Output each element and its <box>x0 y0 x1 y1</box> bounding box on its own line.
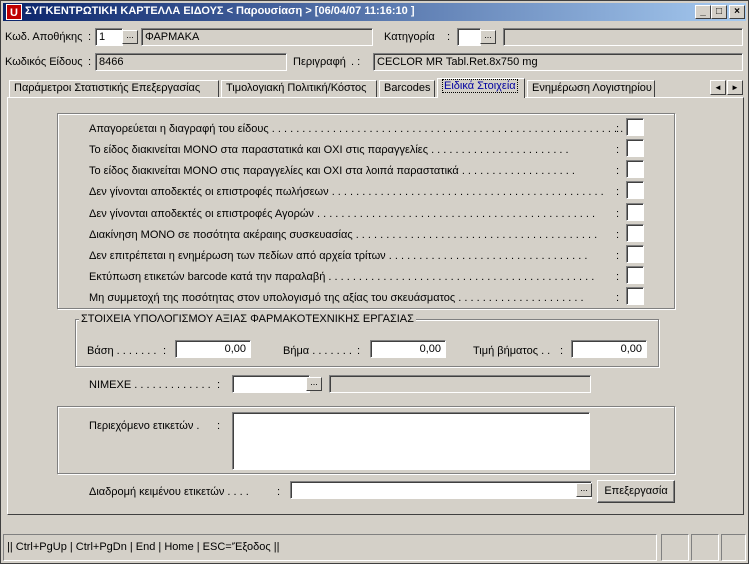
labels-path-field[interactable] <box>290 481 592 499</box>
labels-path-label: Διαδρομή κειμένου ετικετών . . . . <box>89 486 249 498</box>
step-input[interactable]: 0,00 <box>370 340 446 358</box>
tab-pricing[interactable]: Τιμολογιακή Πολιτική/Κόστος <box>221 80 377 97</box>
flag-colon: : <box>616 144 620 156</box>
nimexe-colon: : <box>217 379 221 391</box>
flag-label-print-barcode: Εκτύπωση ετικετών barcode κατά την παραλ… <box>89 271 595 283</box>
edit-button[interactable]: Επεξεργασία <box>597 480 675 503</box>
app-logo-icon: U <box>6 4 22 20</box>
flag-checkbox-exclude-quantity[interactable] <box>626 287 644 305</box>
nimexe-lookup-button[interactable]: ... <box>306 377 322 391</box>
flag-colon: : <box>616 123 620 135</box>
tab-accounting[interactable]: Ενημέρωση Λογιστηρίου <box>527 80 655 97</box>
labels-path-colon: : <box>277 486 281 498</box>
tab-scroll-left-button[interactable]: ◄ <box>710 80 726 95</box>
nimexe-label: ΝΙΜΕΧΕ . . . . . . . . . . . . . <box>89 379 211 391</box>
flag-label-no-third-party-update: Δεν επιτρέπεται η ενημέρωση των πεδίων α… <box>89 250 588 262</box>
flag-label-orders-only: Το είδος διακινείται ΜΟΝΟ στις παραγγελί… <box>89 165 575 177</box>
flag-label-exclude-quantity: Μη συμμετοχή της ποσότητας στον υπολογισ… <box>89 292 584 304</box>
base-colon: : <box>163 345 167 357</box>
flag-colon: : <box>616 229 620 241</box>
item-code-label: Κωδικός Είδους <box>5 56 83 68</box>
window-title: ΣΥΓΚΕΝΤΡΩΤΙΚΗ ΚΑΡΤΕΛΛΑ ΕΙΔΟΥΣ < Παρουσία… <box>25 5 415 17</box>
nimexe-code-field[interactable] <box>232 375 310 393</box>
flag-checkbox-no-delete[interactable] <box>626 118 644 136</box>
category-label: Κατηγορία <box>384 31 435 43</box>
status-cell-3 <box>721 534 746 561</box>
flag-label-whole-packs: Διακίνηση ΜΟΝΟ σε ποσότητα ακέραιης συσκ… <box>89 229 598 241</box>
tab-strip: Παράμετροι Στατιστικής Επεξεργασίας Τιμο… <box>9 78 709 98</box>
description-field: CECLOR MR Tabl.Ret.8x750 mg <box>373 53 743 71</box>
category-name-field <box>503 28 743 46</box>
flag-label-no-delete: Απαγορεύεται η διαγραφή του είδους . . .… <box>89 123 636 135</box>
item-code-field: 8466 <box>95 53 287 71</box>
tab-statistics[interactable]: Παράμετροι Στατιστικής Επεξεργασίας <box>9 80 219 97</box>
flag-checkbox-no-sales-returns[interactable] <box>626 181 644 199</box>
warehouse-label: Κωδ. Αποθήκης <box>5 31 83 43</box>
flag-checkbox-print-barcode[interactable] <box>626 266 644 284</box>
warehouse-lookup-button[interactable]: ... <box>122 30 138 44</box>
tab-scroll-right-button[interactable]: ► <box>727 80 743 95</box>
step-price-colon: : <box>560 345 564 357</box>
description-label: Περιγραφή <box>293 56 346 68</box>
description-dots: . : <box>351 56 361 68</box>
base-input[interactable]: 0,00 <box>175 340 251 358</box>
status-bar: || Ctrl+PgUp | Ctrl+PgDn | End | Home | … <box>3 534 746 561</box>
main-window: U ΣΥΓΚΕΝΤΡΩΤΙΚΗ ΚΑΡΤΕΛΛΑ ΕΙΔΟΥΣ < Παρουσ… <box>0 0 749 564</box>
nimexe-description-field <box>329 375 591 393</box>
flag-colon: : <box>616 271 620 283</box>
item-code-colon: : <box>88 56 92 68</box>
minimize-button[interactable]: _ <box>695 5 711 19</box>
tab-barcodes[interactable]: Barcodes <box>379 80 435 97</box>
flag-checkbox-docs-only[interactable] <box>626 139 644 157</box>
flag-colon: : <box>616 165 620 177</box>
title-bar[interactable]: U ΣΥΓΚΕΝΤΡΩΤΙΚΗ ΚΑΡΤΕΛΛΑ ΕΙΔΟΥΣ < Παρουσ… <box>3 3 746 21</box>
warehouse-name-field: ΦΑΡΜΑΚΑ <box>141 28 373 46</box>
base-label: Βάση . . . . . . . <box>87 345 157 357</box>
tab-special-details-label: Ειδικά Στοιχεία <box>442 79 518 93</box>
category-colon: : <box>447 31 451 43</box>
category-lookup-button[interactable]: ... <box>480 30 496 44</box>
status-shortcuts: || Ctrl+PgUp | Ctrl+PgDn | End | Home | … <box>3 534 657 561</box>
labels-content-textarea[interactable] <box>232 412 590 470</box>
flag-checkbox-no-third-party-update[interactable] <box>626 245 644 263</box>
labels-content-colon: : <box>217 420 221 432</box>
close-button[interactable]: × <box>729 5 745 19</box>
labels-content-label: Περιεχόμενο ετικετών . <box>89 420 200 432</box>
warehouse-colon: : <box>88 31 92 43</box>
flag-checkbox-orders-only[interactable] <box>626 160 644 178</box>
flag-label-no-sales-returns: Δεν γίνονται αποδεκτές οι επιστροφές πωλ… <box>89 186 604 198</box>
flag-checkbox-no-purchase-returns[interactable] <box>626 203 644 221</box>
calc-group-legend: ΣΤΟΙΧΕΙΑ ΥΠΟΛΟΓΙΣΜΟΥ ΑΞΙΑΣ ΦΑΡΜΑΚΟΤΕΧΝΙΚ… <box>79 313 416 325</box>
step-label: Βήμα . . . . . . . <box>283 345 352 357</box>
step-price-label: Τιμή βήματος . . <box>473 345 551 357</box>
tab-special-details[interactable]: Ειδικά Στοιχεία <box>437 78 525 98</box>
step-colon: : <box>357 345 361 357</box>
step-price-input[interactable]: 0,00 <box>571 340 647 358</box>
category-code-field[interactable] <box>457 28 481 46</box>
status-cell-2 <box>691 534 719 561</box>
flag-colon: : <box>616 292 620 304</box>
flag-checkbox-whole-packs[interactable] <box>626 224 644 242</box>
flag-colon: : <box>616 208 620 220</box>
maximize-button[interactable]: □ <box>711 5 727 19</box>
flag-label-no-purchase-returns: Δεν γίνονται αποδεκτές οι επιστροφές Αγο… <box>89 208 596 220</box>
flag-colon: : <box>616 250 620 262</box>
status-cell-1 <box>661 534 689 561</box>
labels-path-browse-button[interactable]: ... <box>576 483 592 497</box>
warehouse-code-field[interactable]: 1 <box>95 28 123 46</box>
flag-colon: : <box>616 186 620 198</box>
flag-label-docs-only: Το είδος διακινείται ΜΟΝΟ στα παραστατικ… <box>89 144 569 156</box>
